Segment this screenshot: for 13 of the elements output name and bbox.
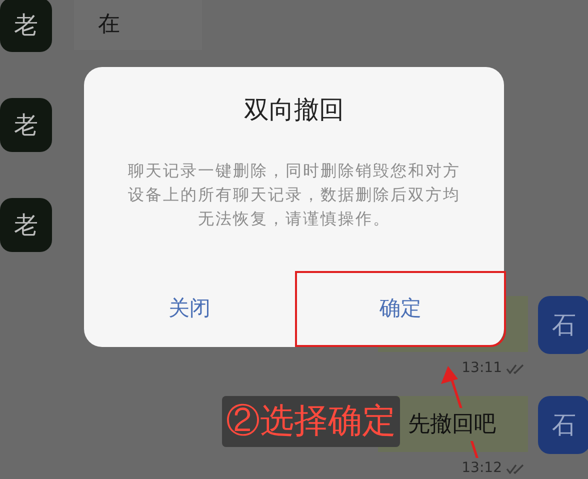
avatar[interactable]: 老	[0, 0, 52, 52]
dialog-title: 双向撤回	[244, 94, 344, 126]
message-bubble: 在	[74, 0, 202, 50]
annotation-text: ②选择确定	[222, 396, 400, 447]
dialog-button[interactable]: 确定	[295, 271, 506, 347]
avatar[interactable]: 石	[538, 296, 588, 354]
message-time: 13:12	[462, 458, 502, 479]
dialog-message: 聊天记录一键删除，同时删除销毁您和对方设备上的所有聊天记录，数据删除后双方均无法恢复，请谨慎操作。	[126, 160, 462, 230]
avatar[interactable]: 老	[0, 198, 52, 252]
avatar[interactable]: 老	[0, 98, 52, 152]
message-text: 先撤回吧	[408, 408, 496, 440]
dialog-button[interactable]: 关闭	[84, 271, 295, 347]
avatar[interactable]: 石	[538, 396, 588, 454]
